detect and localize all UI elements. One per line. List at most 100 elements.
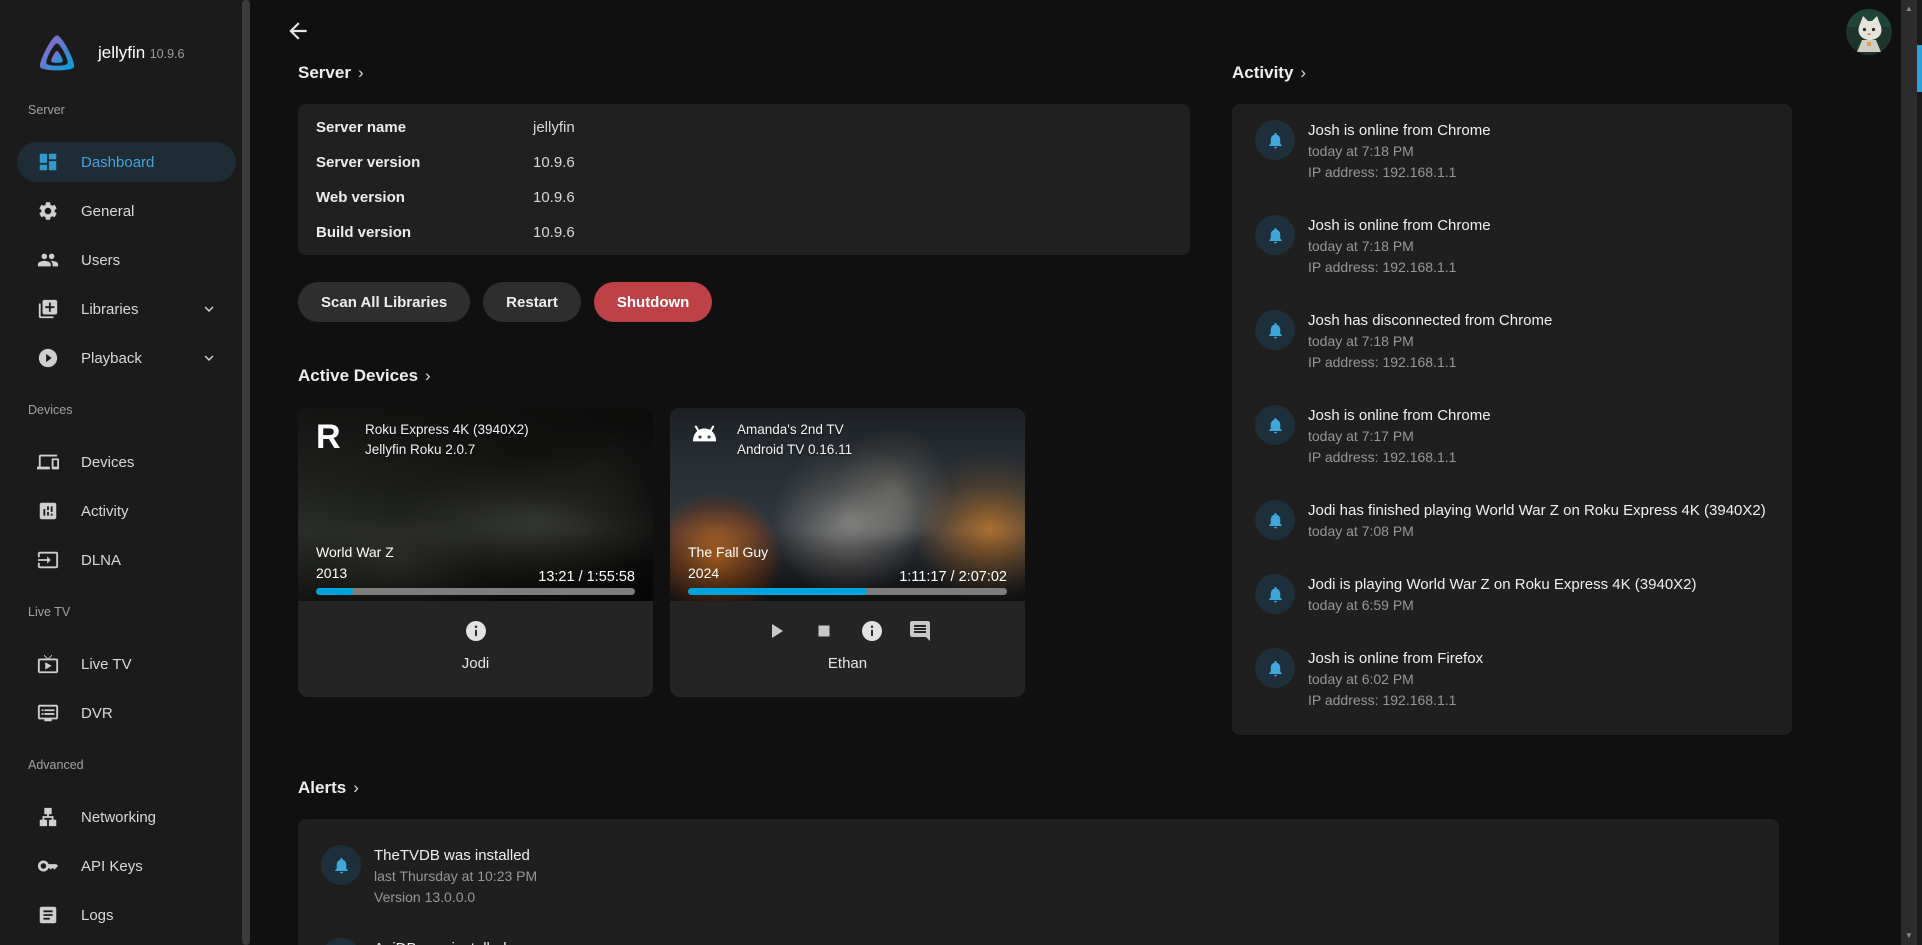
info-icon xyxy=(463,619,489,643)
devices-icon xyxy=(37,451,59,473)
sidebar-item-label: Devices xyxy=(81,454,134,471)
activity-item[interactable]: Josh has disconnected from Chrometoday a… xyxy=(1255,310,1778,373)
sidebar-section-label-devices: Devices xyxy=(28,403,250,423)
sidebar-item-libraries[interactable]: Libraries xyxy=(17,289,236,329)
activity-item[interactable]: Josh is online from Chrometoday at 7:18 … xyxy=(1255,120,1778,183)
activity-item-time: today at 7:08 PM xyxy=(1308,521,1766,542)
activity-item-time: today at 7:18 PM xyxy=(1308,236,1491,257)
server-info-row: Build version10.9.6 xyxy=(316,215,1172,250)
alert-item[interactable]: TheTVDB was installedlast Thursday at 10… xyxy=(321,845,1765,908)
sidebar-item-api-keys[interactable]: API Keys xyxy=(17,846,236,886)
roku-icon: R xyxy=(316,420,352,454)
dvr-icon xyxy=(37,702,59,724)
server-info-card: Server namejellyfinServer version10.9.6W… xyxy=(298,104,1190,255)
media-year: 2024 xyxy=(688,563,768,585)
active-devices-section-heading[interactable]: Active Devices › xyxy=(298,366,431,386)
server-info-label: Server name xyxy=(316,119,533,136)
activity-item[interactable]: Jodi has finished playing World War Z on… xyxy=(1255,500,1778,542)
playback-progress xyxy=(316,588,635,595)
playback-progress-fill xyxy=(316,588,353,595)
scan-all-libraries-button[interactable]: Scan All Libraries xyxy=(298,282,470,322)
sidebar-item-playback[interactable]: Playback xyxy=(17,338,236,378)
activity-item-text: Josh is online from Firefoxtoday at 6:02… xyxy=(1308,648,1483,711)
arrow-left-icon xyxy=(285,32,311,47)
server-info-label: Web version xyxy=(316,189,533,206)
server-section-heading[interactable]: Server › xyxy=(298,63,364,83)
input-icon xyxy=(37,549,59,571)
device-card-jodi[interactable]: R Roku Express 4K (3940X2)Jellyfin Roku 2… xyxy=(298,408,653,697)
sidebar-item-dvr[interactable]: DVR xyxy=(17,693,236,733)
sidebar-item-users[interactable]: Users xyxy=(17,240,236,280)
sidebar-item-networking[interactable]: Networking xyxy=(17,797,236,837)
sidebar-item-general[interactable]: General xyxy=(17,191,236,231)
device-client: Android TV 0.16.11 xyxy=(737,440,852,460)
gear-icon xyxy=(37,200,59,222)
sidebar: jellyfin 10.9.6 ServerDashboardGeneralUs… xyxy=(0,0,250,945)
bell-icon xyxy=(321,938,361,945)
logs-icon xyxy=(37,904,59,926)
play-button[interactable] xyxy=(763,618,789,644)
sidebar-item-label: Networking xyxy=(81,809,156,826)
bell-icon xyxy=(321,845,361,885)
sidebar-item-activity[interactable]: Activity xyxy=(17,491,236,531)
browser-scrollbar-thumb[interactable] xyxy=(1917,45,1922,92)
user-menu-button[interactable] xyxy=(1846,9,1892,55)
jellyfin-dashboard: { "app": { "name": "jellyfin", "version"… xyxy=(0,0,1922,945)
device-card-ethan[interactable]: Amanda's 2nd TVAndroid TV 0.16.11The Fal… xyxy=(670,408,1025,697)
jellyfin-logo-icon xyxy=(36,32,78,74)
activity-item[interactable]: Josh is online from Chrometoday at 7:17 … xyxy=(1255,405,1778,468)
live-tv-icon xyxy=(37,653,59,675)
media-title: The Fall Guy xyxy=(688,542,768,564)
activity-item-time: today at 7:18 PM xyxy=(1308,331,1552,352)
sidebar-item-live-tv[interactable]: Live TV xyxy=(17,644,236,684)
scrollbar-down-arrow-icon[interactable]: ▼ xyxy=(1901,929,1917,943)
sidebar-item-label: API Keys xyxy=(81,858,143,875)
back-button[interactable] xyxy=(284,18,312,46)
activity-item[interactable]: Josh is online from Firefoxtoday at 6:02… xyxy=(1255,648,1778,711)
sidebar-item-logs[interactable]: Logs xyxy=(17,895,236,935)
playback-progress xyxy=(688,588,1007,595)
sidebar-item-label: Libraries xyxy=(81,301,139,318)
activity-item-text: Jodi has finished playing World War Z on… xyxy=(1308,500,1766,542)
server-info-row: Web version10.9.6 xyxy=(316,180,1172,215)
activity-item[interactable]: Jodi is playing World War Z on Roku Expr… xyxy=(1255,574,1778,616)
device-header: R Roku Express 4K (3940X2)Jellyfin Roku 2… xyxy=(316,420,529,461)
activity-section-heading[interactable]: Activity › xyxy=(1232,63,1306,83)
sidebar-scrollbar-thumb[interactable] xyxy=(242,0,250,945)
sidebar-section-label-live-tv: Live TV xyxy=(28,605,250,625)
bell-icon xyxy=(1255,574,1295,614)
bell-icon xyxy=(1255,215,1295,255)
message-button[interactable] xyxy=(907,618,933,644)
sidebar-item-dlna[interactable]: DLNA xyxy=(17,540,236,580)
scrollbar-up-arrow-icon[interactable]: ▲ xyxy=(1901,2,1917,16)
browser-scrollbar[interactable] xyxy=(1917,0,1922,945)
cat-avatar xyxy=(1846,9,1892,55)
shutdown-button[interactable]: Shutdown xyxy=(594,282,712,322)
info-button[interactable] xyxy=(463,618,489,644)
alerts-section-heading[interactable]: Alerts › xyxy=(298,778,359,798)
device-titles: Roku Express 4K (3940X2)Jellyfin Roku 2.… xyxy=(365,420,529,461)
chevron-down-icon xyxy=(200,349,218,367)
chevron-right-icon: › xyxy=(425,366,431,386)
activity-item-time: today at 6:59 PM xyxy=(1308,595,1697,616)
stop-button[interactable] xyxy=(811,618,837,644)
chevron-right-icon: › xyxy=(358,63,364,83)
activity-item-text: Josh is online from Chrometoday at 7:17 … xyxy=(1308,405,1491,468)
restart-button[interactable]: Restart xyxy=(483,282,581,322)
activity-item-time: today at 7:18 PM xyxy=(1308,141,1491,162)
info-button[interactable] xyxy=(859,618,885,644)
app-name: jellyfin xyxy=(98,43,145,62)
now-playing-poster: R Roku Express 4K (3940X2)Jellyfin Roku 2… xyxy=(298,408,653,601)
alert-item[interactable]: AniDB was installed xyxy=(321,938,1765,945)
sidebar-item-dashboard[interactable]: Dashboard xyxy=(17,142,236,182)
activity-item[interactable]: Josh is online from Chrometoday at 7:18 … xyxy=(1255,215,1778,278)
scrollbar-track[interactable]: ▲ ▼ xyxy=(1901,0,1917,945)
session-user-name: Jodi xyxy=(298,655,653,672)
bell-icon xyxy=(1255,500,1295,540)
alert-item-detail: Version 13.0.0.0 xyxy=(374,887,537,908)
app-version: 10.9.6 xyxy=(150,47,185,61)
device-footer: Ethan xyxy=(670,601,1025,697)
sidebar-item-devices[interactable]: Devices xyxy=(17,442,236,482)
media-title-year: The Fall Guy2024 xyxy=(688,542,768,585)
media-title-year: World War Z2013 xyxy=(316,542,394,585)
